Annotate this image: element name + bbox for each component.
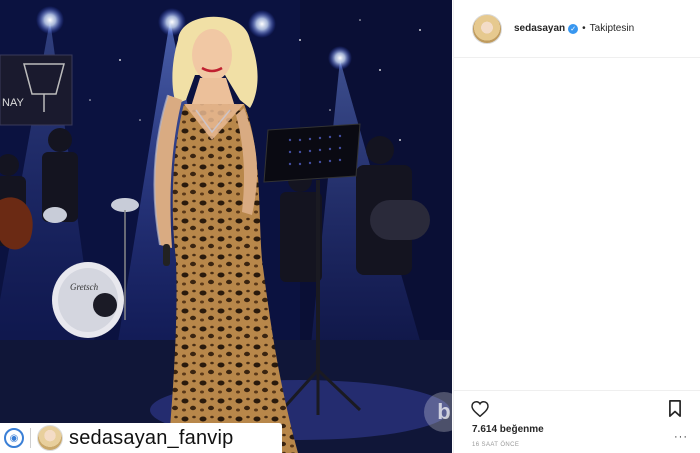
post-sidebar: sedasayan ✓ • Takiptesin 7.614 beğenme 1… — [453, 0, 700, 453]
svg-text:NAY: NAY — [2, 97, 24, 109]
likes-count[interactable]: 7.614 beğenme — [472, 424, 544, 435]
heart-icon[interactable] — [470, 399, 490, 419]
watermark-username: sedasayan_fanvip — [69, 426, 234, 449]
stage-scene: NAY Gretsch — [0, 0, 452, 453]
action-bar — [454, 390, 700, 426]
separator-dot: • — [582, 23, 586, 34]
more-options-button[interactable]: ··· — [674, 431, 688, 443]
svg-text:Gretsch: Gretsch — [70, 282, 99, 292]
bookmark-icon[interactable] — [665, 399, 685, 419]
post-photo[interactable]: NAY Gretsch b ◉ sedasayan_fanvip — [0, 0, 452, 453]
username-link[interactable]: sedasayan — [514, 23, 565, 34]
avatar[interactable] — [472, 13, 502, 44]
post-timestamp: 16 SAAT ÖNCE — [472, 442, 520, 448]
photo-watermark: ◉ sedasayan_fanvip — [0, 423, 282, 453]
watermark-avatar — [37, 425, 63, 451]
post-header: sedasayan ✓ • Takiptesin — [454, 0, 700, 58]
watermark-divider — [30, 428, 31, 448]
circle-logo-icon: ◉ — [4, 428, 24, 448]
follow-status-button[interactable]: Takiptesin — [590, 23, 634, 34]
comments-area — [454, 58, 700, 390]
verified-badge-icon: ✓ — [568, 23, 579, 34]
